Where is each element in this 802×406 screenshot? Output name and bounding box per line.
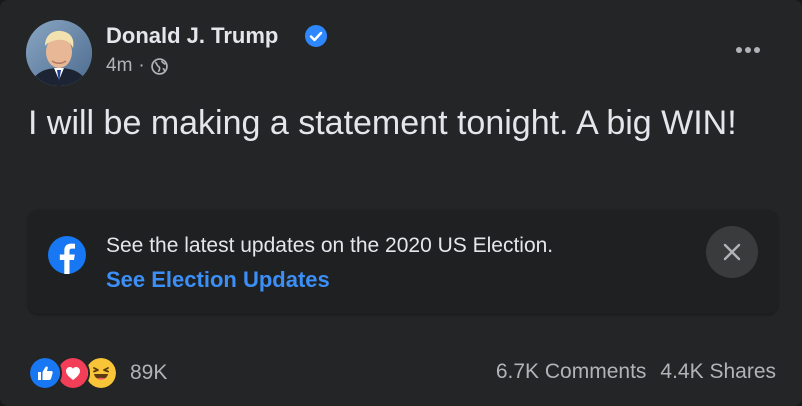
election-info-text: See the latest updates on the 2020 US El… xyxy=(106,234,554,257)
post-card: Donald J. Trump 4m · I will be making a … xyxy=(0,0,802,406)
close-button[interactable] xyxy=(706,226,758,278)
shares-count[interactable]: 4.4K Shares xyxy=(660,360,776,384)
reactions-summary[interactable]: 89K xyxy=(28,356,167,390)
close-icon xyxy=(723,243,741,261)
more-options-icon xyxy=(736,47,760,53)
see-election-updates-link[interactable]: See Election Updates xyxy=(106,266,330,294)
reaction-count: 89K xyxy=(130,361,168,384)
globe-icon[interactable] xyxy=(150,57,168,75)
meta-separator: · xyxy=(138,55,145,76)
more-options-button[interactable] xyxy=(728,32,768,68)
facebook-logo-icon xyxy=(48,236,86,274)
like-reaction-icon xyxy=(28,356,62,390)
post-time[interactable]: 4m xyxy=(106,55,132,77)
engagement-stats: 6.7K Comments 4.4K Shares xyxy=(496,360,776,384)
comments-count[interactable]: 6.7K Comments xyxy=(496,360,647,384)
post-text: I will be making a statement tonight. A … xyxy=(28,104,737,142)
verified-badge-icon xyxy=(305,25,327,47)
post-meta: 4m · xyxy=(106,54,168,78)
election-info-box: See the latest updates on the 2020 US El… xyxy=(28,210,778,314)
author-name[interactable]: Donald J. Trump xyxy=(106,22,278,50)
author-avatar[interactable] xyxy=(26,20,92,86)
